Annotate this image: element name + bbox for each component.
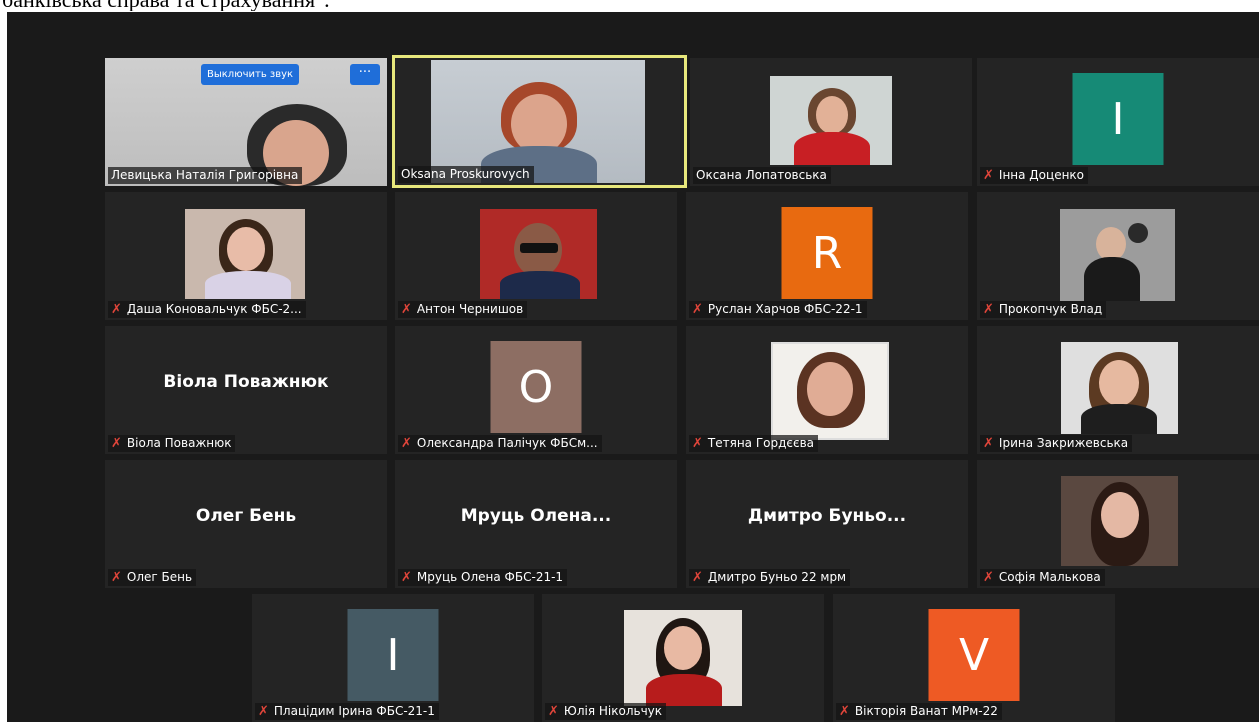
muted-mic-icon: ✗ (692, 570, 703, 585)
muted-mic-icon: ✗ (548, 704, 559, 719)
participant-tile[interactable]: Олег Бень ✗ Олег Бень (105, 460, 387, 588)
participant-tile[interactable]: Оксана Лопатовська (690, 58, 972, 186)
muted-mic-icon: ✗ (983, 168, 994, 183)
participant-avatar: R (781, 207, 873, 299)
participant-display-name: Дмитро Буньо... (747, 506, 907, 526)
participant-video (624, 610, 742, 706)
muted-mic-icon: ✗ (839, 704, 850, 719)
participant-avatar: I (347, 609, 439, 701)
participant-display-name: Олег Бень (195, 506, 297, 526)
participant-name: Oksana Proskurovych (398, 166, 534, 183)
participant-display-name: Мруць Олена... (460, 506, 612, 526)
participant-tile[interactable]: V ✗ Вікторія Ванат МРм-22 (833, 594, 1115, 722)
muted-mic-icon: ✗ (111, 570, 122, 585)
participant-tile[interactable]: ✗ Прокопчук Влад (977, 192, 1259, 320)
participant-name: ✗ Вікторія Ванат МРм-22 (836, 703, 1002, 720)
participant-video (185, 209, 305, 299)
participant-tile[interactable]: ✗ Юлія Нікольчук (542, 594, 824, 722)
participant-video (431, 60, 645, 183)
participant-display-name: Віола Поважнюк (163, 372, 329, 392)
participant-name: ✗ Юлія Нікольчук (545, 703, 667, 720)
participant-tile[interactable]: ✗ Ірина Закрижевська (977, 326, 1259, 454)
muted-mic-icon: ✗ (401, 570, 412, 585)
participant-tile[interactable]: Дмитро Буньо... ✗ Дмитро Буньо 22 мрм (686, 460, 968, 588)
participant-name: ✗ Інна Доценко (980, 167, 1089, 184)
mute-participant-button[interactable]: Выключить звук (201, 64, 300, 85)
muted-mic-icon: ✗ (401, 436, 412, 451)
participant-tile[interactable]: I ✗ Плацідим Ірина ФБС-21-1 (252, 594, 534, 722)
participant-name: ✗ Антон Чернишов (398, 301, 528, 318)
participant-name: Левицька Наталія Григорівна (108, 167, 303, 184)
participant-avatar: O (490, 341, 582, 433)
participant-name: ✗ Даша Коновальчук ФБС-2... (108, 301, 306, 318)
participant-tile[interactable]: R ✗ Руслан Харчов ФБС-22-1 (686, 192, 968, 320)
participant-avatar: V (928, 609, 1020, 701)
participant-name: ✗ Плацідим Ірина ФБС-21-1 (255, 703, 439, 720)
participant-name: ✗ Ірина Закрижевська (980, 435, 1133, 452)
participant-tile[interactable]: O ✗ Олександра Палічук ФБСм... (395, 326, 677, 454)
participant-name: ✗ Мруць Олена ФБС-21-1 (398, 569, 568, 586)
participant-video (480, 209, 597, 299)
participant-tile[interactable]: Мруць Олена... ✗ Мруць Олена ФБС-21-1 (395, 460, 677, 588)
participant-name: ✗ Софія Малькова (980, 569, 1105, 586)
participant-video (1060, 209, 1175, 301)
participant-tile[interactable]: ✗ Антон Чернишов (395, 192, 677, 320)
participant-tile[interactable]: ✗ Даша Коновальчук ФБС-2... (105, 192, 387, 320)
participant-name: ✗ Олег Бень (108, 569, 197, 586)
muted-mic-icon: ✗ (692, 436, 703, 451)
participant-name: ✗ Прокопчук Влад (980, 301, 1107, 318)
participant-name: ✗ Олександра Палічук ФБСм... (398, 435, 602, 452)
muted-mic-icon: ✗ (111, 436, 122, 451)
participant-name: ✗ Дмитро Буньо 22 мрм (689, 569, 851, 586)
participant-name: ✗ Руслан Харчов ФБС-22-1 (689, 301, 867, 318)
participant-video (1061, 342, 1178, 434)
participant-tile-active-speaker[interactable]: Oksana Proskurovych (392, 55, 687, 188)
participant-video (1061, 476, 1178, 566)
participant-tile[interactable]: Віола Поважнюк ✗ Віола Поважнюк (105, 326, 387, 454)
participant-name: ✗ Віола Поважнюк (108, 435, 236, 452)
participant-video (771, 342, 889, 440)
participant-avatar: I (1072, 73, 1164, 165)
participant-tile[interactable]: ✗ Тетяна Гордєєва (686, 326, 968, 454)
muted-mic-icon: ✗ (401, 302, 412, 317)
muted-mic-icon: ✗ (111, 302, 122, 317)
muted-mic-icon: ✗ (983, 436, 994, 451)
participant-video (770, 76, 892, 165)
participant-tile[interactable]: I ✗ Інна Доценко (977, 58, 1259, 186)
document-caption: банківська справа та страхування". (0, 0, 1259, 11)
zoom-gallery-view: Выключить звук ··· Левицька Наталія Григ… (7, 12, 1259, 722)
participant-name: Оксана Лопатовська (693, 167, 831, 184)
participant-name: ✗ Тетяна Гордєєва (689, 435, 819, 452)
more-options-button[interactable]: ··· (350, 64, 380, 85)
muted-mic-icon: ✗ (983, 302, 994, 317)
participant-tile[interactable]: Выключить звук ··· Левицька Наталія Григ… (105, 58, 387, 186)
muted-mic-icon: ✗ (983, 570, 994, 585)
muted-mic-icon: ✗ (692, 302, 703, 317)
participant-tile[interactable]: ✗ Софія Малькова (977, 460, 1259, 588)
muted-mic-icon: ✗ (258, 704, 269, 719)
